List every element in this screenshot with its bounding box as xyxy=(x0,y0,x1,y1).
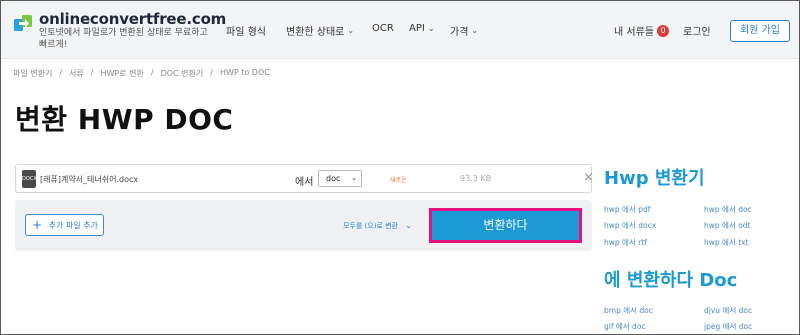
sidebar-link[interactable]: gif 에서 doc xyxy=(604,321,646,332)
sidebar-link[interactable]: hwp 에서 odt xyxy=(704,220,751,231)
nav-ocr[interactable]: OCR xyxy=(372,23,394,34)
chevron-down-icon: ⌄ xyxy=(405,221,412,230)
add-more-files-label: 추가 파일 추가 xyxy=(48,221,98,230)
breadcrumb-item-current: HWP to DOC xyxy=(219,68,270,77)
breadcrumb-item[interactable]: HWP로 변환 xyxy=(100,68,143,79)
chevron-down-icon: ⌄ xyxy=(471,26,479,35)
sidebar-link[interactable]: hwp 에서 doc xyxy=(704,204,752,215)
sidebar-link[interactable]: bmp 에서 doc xyxy=(604,305,653,316)
breadcrumb-separator: / xyxy=(90,68,94,77)
convert-button-highlight: 변환하다 xyxy=(429,208,582,243)
login-link[interactable]: 로그인 xyxy=(683,23,711,38)
selected-format: doc xyxy=(326,174,341,183)
logo-tagline: 인토넷에서 파일로가 변환된 상태로 무료하고 빠르게! xyxy=(39,28,208,50)
top-nav-bar: onlineconvertfree.com 인토넷에서 파일로가 변환된 상태로… xyxy=(1,1,799,59)
nav-api[interactable]: API ⌄ xyxy=(409,23,435,34)
breadcrumb-item[interactable]: DOC 변환기 xyxy=(161,68,204,79)
nav-label: OCR xyxy=(372,23,394,34)
nav-label: API xyxy=(409,23,425,34)
nav-pricing[interactable]: 가격 ⌄ xyxy=(450,23,478,38)
breadcrumb-separator: / xyxy=(59,68,63,77)
convert-all-dropdown[interactable]: 모두를 (으)로 변환 ⌄ xyxy=(343,221,412,231)
target-format-label: 에서 xyxy=(295,177,314,188)
remove-file-icon[interactable]: × xyxy=(583,170,594,186)
browser-viewport: onlineconvertfree.com 인토넷에서 파일로가 변환된 상태로… xyxy=(0,0,800,335)
breadcrumb-item[interactable]: 서류 xyxy=(69,68,84,79)
convert-all-label: 모두를 (으)로 변환 xyxy=(343,222,398,230)
sidebar-link[interactable]: hwp 에서 docx xyxy=(604,220,656,231)
signup-button[interactable]: 회원 가입 xyxy=(730,20,790,42)
action-panel: + 추가 파일 추가 모두를 (으)로 변환 ⌄ 변환하다 xyxy=(15,200,592,251)
nav-convert[interactable]: 변환한 상태로 ⌄ xyxy=(286,23,354,38)
breadcrumb: 파일 변환기 / 서류 / HWP로 변환 / DOC 변환기 / HWP to… xyxy=(13,68,270,79)
sidebar-link[interactable]: hwp 에서 rtf xyxy=(604,237,647,248)
chevron-down-icon: ⌄ xyxy=(351,174,357,182)
target-format-select[interactable]: doc ⌄ xyxy=(318,170,362,187)
file-name: [레퓨]계약서_테너쉬어.docx xyxy=(40,175,139,184)
sidebar-link[interactable]: djvu 에서 doc xyxy=(704,305,752,316)
sidebar-heading-convert-to-doc: 에 변환하다 Doc xyxy=(604,270,738,291)
documents-count-badge: 0 xyxy=(656,24,669,37)
sidebar-link[interactable]: jpeg 에서 doc xyxy=(704,321,752,332)
sidebar-heading-hwp-converter: Hwp 변환기 xyxy=(604,168,705,189)
breadcrumb-item[interactable]: 파일 변환기 xyxy=(13,68,52,79)
nav-label: 가격 xyxy=(450,27,469,38)
docx-file-icon: DOCX xyxy=(22,170,37,188)
file-size: 93.3 KB xyxy=(460,174,492,183)
plus-icon: + xyxy=(32,218,43,232)
nav-file-formats[interactable]: 파일 형식 xyxy=(226,23,266,38)
nav-label: 파일 형식 xyxy=(226,27,266,38)
sidebar-link[interactable]: hwp 에서 txt xyxy=(704,237,749,248)
chevron-down-icon: ⌄ xyxy=(427,24,435,33)
breadcrumb-separator: / xyxy=(150,68,154,77)
nav-label: 변환한 상태로 xyxy=(286,27,345,38)
page-title: 변환 HWP DOC xyxy=(15,103,234,136)
my-documents-label: 내 서류들 xyxy=(614,27,654,38)
sidebar-link[interactable]: hwp 에서 pdf xyxy=(604,204,650,215)
chevron-down-icon: ⌄ xyxy=(347,26,355,35)
logo-text[interactable]: onlineconvertfree.com xyxy=(39,10,226,28)
file-row: DOCX [레퓨]계약서_테너쉬어.docx 에서 doc ⌄ 새로운 93.3… xyxy=(15,164,594,193)
convert-button[interactable]: 변환하다 xyxy=(432,211,579,240)
my-documents-link[interactable]: 내 서류들 0 xyxy=(614,23,669,38)
file-status: 새로운 xyxy=(390,177,407,184)
breadcrumb-separator: / xyxy=(210,68,213,77)
logo-icon[interactable] xyxy=(13,13,33,33)
add-more-files-button[interactable]: + 추가 파일 추가 xyxy=(25,214,104,236)
